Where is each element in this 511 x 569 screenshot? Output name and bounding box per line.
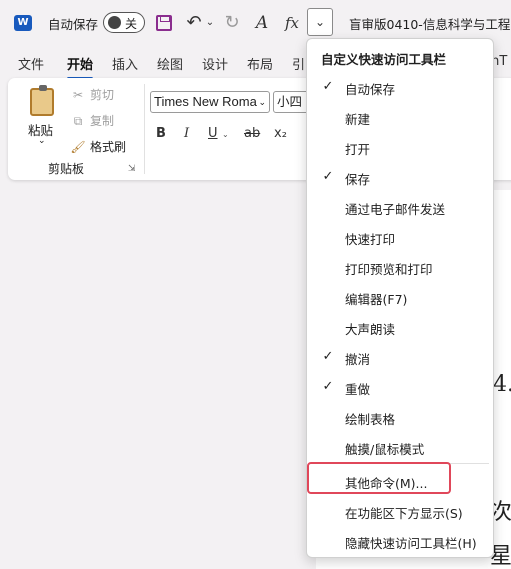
tab-file[interactable]: 文件 bbox=[18, 54, 44, 73]
menu-item-editor[interactable]: 编辑器(F7) bbox=[307, 282, 495, 312]
checkmark-icon: ✓ bbox=[322, 79, 334, 94]
tab-layout[interactable]: 布局 bbox=[247, 54, 273, 73]
menu-item-email[interactable]: 通过电子邮件发送 bbox=[307, 192, 495, 222]
checkmark-icon: ✓ bbox=[322, 379, 334, 394]
save-icon[interactable] bbox=[153, 12, 175, 34]
group-separator bbox=[144, 84, 145, 174]
paste-dropdown-icon[interactable]: ⌄ bbox=[38, 136, 46, 146]
tab-draw[interactable]: 绘图 bbox=[157, 54, 183, 73]
paintbrush-icon: 🖌 bbox=[70, 140, 86, 154]
menu-item-new[interactable]: 新建 bbox=[307, 102, 495, 132]
undo-icon[interactable]: ↶ bbox=[183, 12, 205, 34]
copy-button[interactable]: ⧉ 复制 bbox=[70, 112, 114, 129]
menu-item-draw-table[interactable]: 绘制表格 bbox=[307, 402, 495, 432]
format-painter-label: 格式刷 bbox=[90, 140, 127, 154]
menu-item-label: 新建 bbox=[345, 112, 371, 127]
word-app-icon[interactable]: W bbox=[14, 15, 32, 31]
font-size-value: 小四 bbox=[277, 94, 303, 109]
checkmark-icon: ✓ bbox=[322, 169, 334, 184]
menu-item-label: 保存 bbox=[345, 172, 371, 187]
menu-item-quick-print[interactable]: 快速打印 bbox=[307, 222, 495, 252]
tab-home[interactable]: 开始 bbox=[67, 54, 94, 80]
checkmark-icon: ✓ bbox=[322, 349, 334, 364]
strikethrough-button[interactable]: ab bbox=[244, 126, 260, 141]
subscript-button[interactable]: x₂ bbox=[274, 126, 287, 141]
menu-item-label: 通过电子邮件发送 bbox=[345, 202, 446, 217]
tab-design[interactable]: 设计 bbox=[202, 54, 228, 73]
copy-label: 复制 bbox=[90, 114, 115, 128]
italic-button[interactable]: I bbox=[184, 126, 189, 141]
tab-references[interactable]: 引 bbox=[292, 54, 305, 73]
customize-qat-menu: 自定义快速访问工具栏 ✓ 自动保存 新建 打开 ✓ 保存 通过电子邮件发送 快速… bbox=[306, 38, 494, 558]
menu-item-label: 隐藏快速访问工具栏(H) bbox=[345, 536, 477, 551]
menu-header: 自定义快速访问工具栏 bbox=[321, 52, 447, 67]
clipboard-icon[interactable] bbox=[30, 85, 54, 116]
page-text: 4.2 bbox=[493, 372, 511, 397]
cut-label: 剪切 bbox=[90, 88, 115, 102]
customize-qat-button[interactable]: ⌄ bbox=[307, 8, 333, 36]
menu-item-label: 打印预览和打印 bbox=[345, 262, 433, 277]
menu-item-label: 快速打印 bbox=[345, 232, 396, 247]
menu-item-save[interactable]: ✓ 保存 bbox=[307, 162, 495, 192]
menu-item-open[interactable]: 打开 bbox=[307, 132, 495, 162]
cut-button[interactable]: ✂ 剪切 bbox=[70, 86, 114, 103]
document-title: 盲审版0410-信息科学与工程学 bbox=[349, 17, 511, 32]
menu-item-label: 重做 bbox=[345, 382, 371, 397]
menu-item-label: 绘制表格 bbox=[345, 412, 396, 427]
menu-item-label: 撤消 bbox=[345, 352, 371, 367]
toggle-knob bbox=[108, 16, 121, 29]
insert-equation-icon[interactable]: fx bbox=[281, 12, 303, 34]
autosave-state: 关 bbox=[125, 17, 138, 31]
menu-item-label: 触摸/鼠标模式 bbox=[345, 442, 425, 457]
menu-item-label: 大声朗读 bbox=[345, 322, 396, 337]
menu-item-label: 在功能区下方显示(S) bbox=[345, 506, 463, 521]
tab-insert[interactable]: 插入 bbox=[112, 54, 138, 73]
format-painter-button[interactable]: 🖌 格式刷 bbox=[70, 138, 126, 155]
underline-dropdown-icon[interactable]: ⌄ bbox=[222, 130, 229, 139]
menu-item-print-preview[interactable]: 打印预览和打印 bbox=[307, 252, 495, 282]
menu-item-hide-qat[interactable]: 隐藏快速访问工具栏(H) bbox=[307, 526, 495, 556]
copy-icon: ⧉ bbox=[73, 114, 83, 128]
chevron-down-icon: ⌄ bbox=[258, 97, 266, 107]
redo-icon[interactable]: ↻ bbox=[221, 12, 243, 34]
menu-separator bbox=[313, 463, 489, 464]
menu-item-touch-mode[interactable]: 触摸/鼠标模式 bbox=[307, 432, 495, 462]
menu-item-label: 其他命令(M)... bbox=[345, 476, 428, 491]
menu-item-redo[interactable]: ✓ 重做 bbox=[307, 372, 495, 402]
font-name-value: Times New Roma bbox=[154, 94, 257, 109]
menu-item-label: 编辑器(F7) bbox=[345, 292, 408, 307]
menu-item-label: 打开 bbox=[345, 142, 371, 157]
menu-item-show-below-ribbon[interactable]: 在功能区下方显示(S) bbox=[307, 496, 495, 526]
font-name-select[interactable]: Times New Roma ⌄ bbox=[150, 91, 270, 113]
text-effects-icon[interactable]: A bbox=[251, 12, 273, 34]
undo-dropdown-icon[interactable]: ⌄ bbox=[204, 12, 216, 34]
clipboard-group-label: 剪贴板 bbox=[48, 162, 85, 176]
menu-item-autosave[interactable]: ✓ 自动保存 bbox=[307, 72, 495, 102]
scissors-icon: ✂ bbox=[72, 88, 84, 102]
bold-button[interactable]: B bbox=[156, 126, 166, 141]
autosave-toggle[interactable]: 关 bbox=[103, 12, 145, 33]
menu-item-read-aloud[interactable]: 大声朗读 bbox=[307, 312, 495, 342]
menu-item-undo[interactable]: ✓ 撤消 bbox=[307, 342, 495, 372]
autosave-label: 自动保存 bbox=[48, 17, 99, 32]
underline-button[interactable]: U bbox=[208, 126, 218, 141]
menu-item-more-commands[interactable]: 其他命令(M)... bbox=[307, 466, 495, 496]
menu-item-label: 自动保存 bbox=[345, 82, 396, 97]
dialog-launcher-icon[interactable]: ⇲ bbox=[128, 164, 136, 174]
